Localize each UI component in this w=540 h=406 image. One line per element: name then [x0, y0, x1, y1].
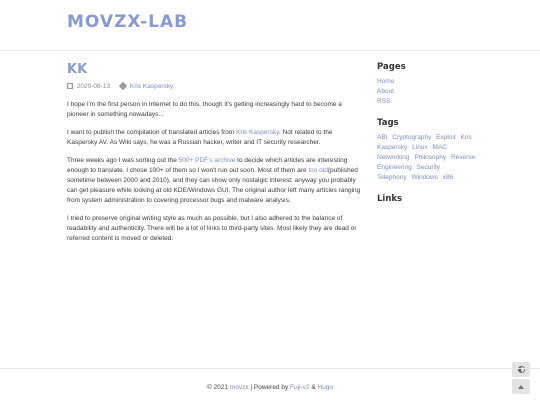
tag-link[interactable]: Windows: [411, 174, 437, 181]
p3-text-a: Three weeks ago I was sorting out the: [67, 157, 179, 164]
tag-link[interactable]: x86: [443, 174, 453, 181]
tag-link[interactable]: Telephony: [377, 174, 407, 181]
tag-link[interactable]: Linux: [412, 144, 428, 151]
tags-section: Tags ABI Cryptography Exploit Kris Kaspe…: [377, 118, 487, 182]
site-brand[interactable]: MOVZX-LAB: [67, 12, 188, 32]
tag-link[interactable]: MAC: [433, 144, 447, 151]
footer-copyright: © 2021: [206, 384, 230, 391]
page-link-home[interactable]: Home: [377, 77, 487, 87]
calendar-icon: [67, 83, 73, 90]
post-date: 2020-08-13: [67, 83, 110, 90]
pages-heading: Pages: [377, 62, 406, 72]
sidebar: Pages Home About RSS Tags ABI Cryptograp…: [377, 62, 487, 216]
tag-link[interactable]: ABI: [377, 134, 387, 141]
kris-kaspersky-link[interactable]: Kris Kaspersky: [236, 129, 279, 136]
post-date-text: 2020-08-13: [76, 83, 111, 90]
post-title[interactable]: KK: [67, 62, 363, 77]
tag-link[interactable]: Kris: [460, 134, 471, 141]
paragraph-2: I want to publish the compilation of tra…: [67, 128, 363, 148]
post-meta: 2020-08-13 Kris Kaspersky: [67, 82, 363, 91]
footer-amp: &: [309, 384, 318, 391]
post-content: KK 2020-08-13 Kris Kaspersky I hope I'm …: [67, 62, 363, 252]
paragraph-1: I hope I'm the first person in Internet …: [67, 101, 342, 118]
too-old-link[interactable]: too old: [308, 167, 328, 174]
links-heading: Links: [377, 194, 403, 205]
site-header: MOVZX-LAB: [0, 0, 540, 51]
paragraph-3: Three weeks ago I was sorting out the 50…: [67, 156, 363, 206]
post-tag-link[interactable]: Kris Kaspersky: [130, 83, 173, 90]
post-tag: Kris Kaspersky: [118, 82, 173, 91]
paragraph-4: I tried to preserve original writing sty…: [67, 215, 357, 242]
tags-heading: Tags: [377, 118, 399, 129]
tag-link[interactable]: Philosophy: [414, 154, 446, 161]
tag-link[interactable]: Networking: [377, 154, 410, 161]
tag-link[interactable]: Cryptography: [392, 134, 431, 141]
p2-text-a: I want to publish the compilation of tra…: [67, 129, 237, 136]
site-footer: © 2021 movzx | Powered by Fuji-v2 & Hugo: [0, 368, 540, 406]
tag-cloud: ABI Cryptography Exploit Kris Kaspersky …: [377, 133, 477, 182]
tag-link[interactable]: Security: [417, 164, 440, 171]
footer-powered: | Powered by: [248, 384, 291, 391]
pdf-archive-link[interactable]: 500+ PDF's archive: [179, 157, 236, 164]
page-link-about[interactable]: About: [377, 87, 487, 97]
tag-link[interactable]: Kaspersky: [377, 144, 407, 151]
pages-section: Pages Home About RSS: [377, 62, 487, 106]
tag-icon: [118, 82, 128, 91]
footer-author-link[interactable]: movzx: [230, 384, 249, 391]
footer-hugo-link[interactable]: Hugo: [318, 384, 334, 391]
footer-theme-link[interactable]: Fuji-v2: [290, 384, 310, 391]
tag-link[interactable]: Exploit: [436, 134, 456, 141]
links-section: Links: [377, 194, 487, 204]
page-link-rss[interactable]: RSS: [377, 97, 487, 107]
